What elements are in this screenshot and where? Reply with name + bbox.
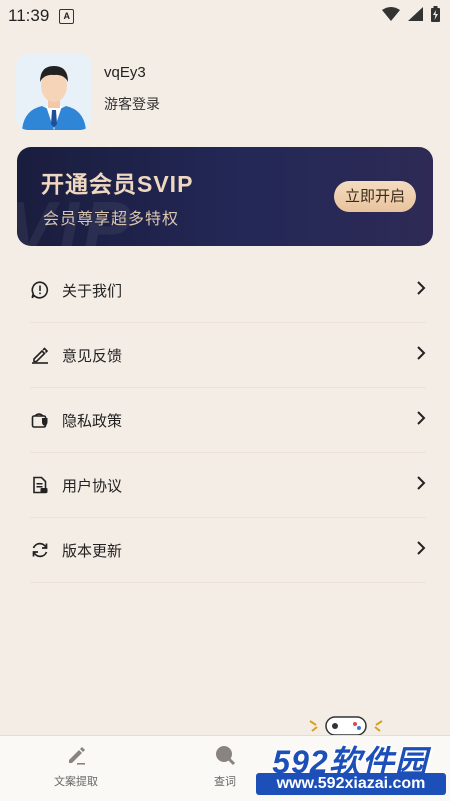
- menu-label-about: 关于我们: [62, 282, 123, 300]
- chevron-right-icon: [416, 345, 426, 366]
- menu-item-about[interactable]: 关于我们: [30, 258, 426, 323]
- chevron-right-icon: [416, 475, 426, 496]
- vip-subtitle: 会员尊享超多特权: [43, 211, 180, 228]
- pencil-icon: [30, 345, 50, 365]
- login-type-label[interactable]: 游客登录: [104, 94, 160, 114]
- menu-label-feedback: 意见反馈: [62, 347, 123, 365]
- vip-title: 开通会员SVIP: [41, 171, 194, 197]
- privacy-icon: [30, 410, 50, 430]
- status-time: 11:39: [8, 6, 50, 25]
- nav-label-lookup: 查词: [214, 776, 236, 788]
- signal-icon: [408, 6, 423, 26]
- document-icon: [30, 475, 50, 495]
- wifi-icon: [382, 6, 400, 26]
- vip-banner[interactable]: VIP 开通会员SVIP 会员尊享超多特权 立即开启: [17, 147, 433, 246]
- username: vqEy3: [104, 64, 146, 81]
- site-watermark: 592软件园 www.592xiazai.com: [250, 737, 450, 800]
- menu-item-agreement[interactable]: 用户协议: [30, 453, 426, 518]
- pencil-icon: [50, 744, 102, 769]
- nav-label-extract: 文案提取: [54, 776, 98, 788]
- avatar[interactable]: [16, 54, 92, 130]
- info-bubble-icon: [30, 280, 50, 300]
- status-bar: 11:39 A: [0, 0, 450, 32]
- menu-item-privacy[interactable]: 隐私政策: [30, 388, 426, 453]
- refresh-icon: [30, 540, 50, 560]
- nav-item-extract[interactable]: 文案提取: [50, 744, 102, 789]
- menu-item-feedback[interactable]: 意见反馈: [30, 323, 426, 388]
- vip-open-button[interactable]: 立即开启: [334, 181, 416, 212]
- nav-item-lookup[interactable]: 查词: [205, 744, 245, 789]
- chevron-right-icon: [416, 280, 426, 301]
- menu-label-update: 版本更新: [62, 542, 123, 560]
- chevron-right-icon: [416, 410, 426, 431]
- profile-section[interactable]: vqEy3 游客登录: [16, 54, 160, 130]
- menu-item-update[interactable]: 版本更新: [30, 518, 426, 583]
- battery-icon: [431, 5, 440, 27]
- chevron-right-icon: [416, 540, 426, 561]
- menu-label-agreement: 用户协议: [62, 477, 123, 495]
- settings-menu: 关于我们 意见反馈 隐私政策 用户协议 版本更新: [30, 258, 426, 583]
- menu-label-privacy: 隐私政策: [62, 412, 123, 430]
- watermark-url: www.592xiazai.com: [256, 773, 446, 795]
- search-icon: [205, 744, 245, 769]
- notification-a-icon: A: [59, 8, 75, 24]
